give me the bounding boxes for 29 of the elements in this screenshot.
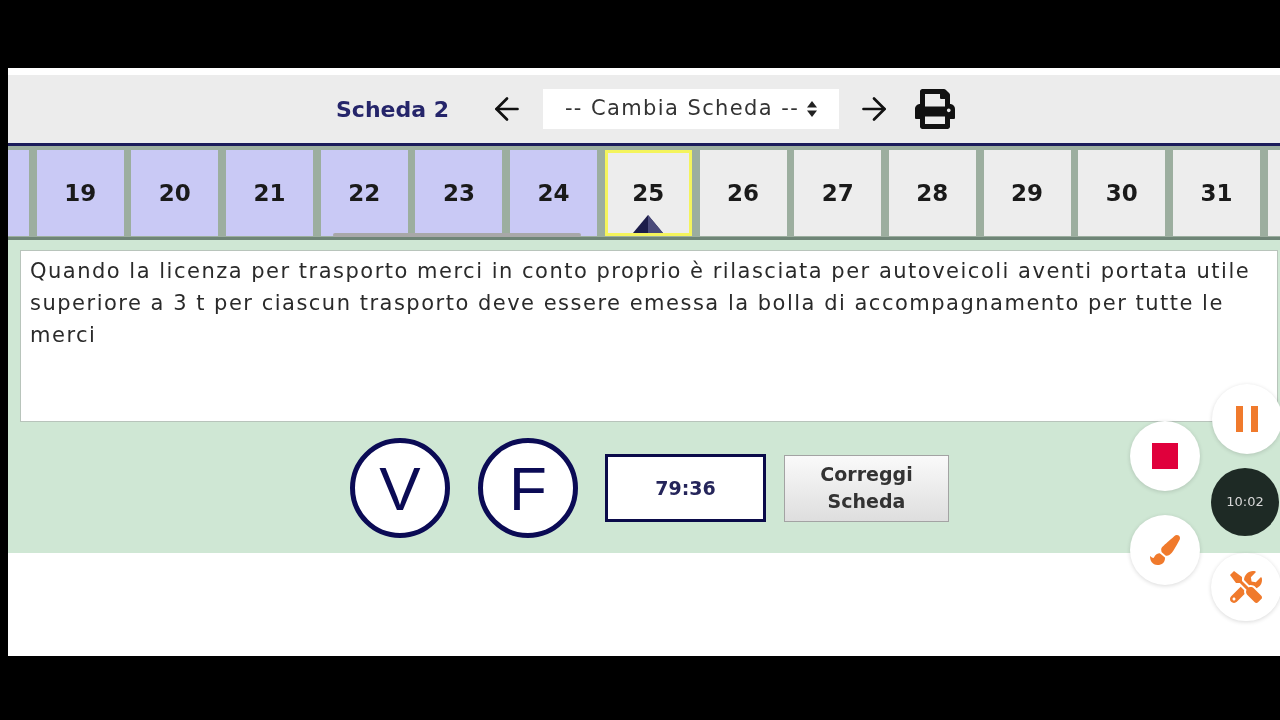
stop-icon xyxy=(1152,443,1178,469)
correct-sheet-button[interactable]: Correggi Scheda xyxy=(784,454,949,522)
question-tab[interactable]: 25 xyxy=(604,150,692,236)
question-tab[interactable]: 24 xyxy=(510,150,598,236)
question-tab[interactable]: 19 xyxy=(36,150,124,236)
wrench-screwdriver-icon xyxy=(1230,571,1262,603)
question-tab[interactable]: 23 xyxy=(415,150,503,236)
question-tab[interactable]: 22 xyxy=(320,150,408,236)
pause-icon xyxy=(1236,406,1258,432)
answer-button[interactable]: V xyxy=(350,438,450,538)
question-tab[interactable] xyxy=(1267,150,1280,236)
answer-button[interactable]: F xyxy=(478,438,578,538)
sheet-select[interactable]: -- Cambia Scheda -- xyxy=(543,89,840,129)
question-tab[interactable]: 29 xyxy=(983,150,1071,236)
up-down-caret-icon xyxy=(807,101,818,117)
question-tab[interactable]: 20 xyxy=(131,150,219,236)
sheet-title: Scheda 2 xyxy=(336,95,450,124)
question-tab[interactable]: 27 xyxy=(794,150,882,236)
question-tab[interactable]: 28 xyxy=(888,150,976,236)
question-tab[interactable]: 21 xyxy=(226,150,314,236)
triangle-marker-icon xyxy=(633,215,664,233)
question-tab[interactable]: 31 xyxy=(1172,150,1260,236)
question-tab[interactable]: 30 xyxy=(1078,150,1166,236)
timer-display: 79:36 xyxy=(605,454,766,522)
question-text: Quando la licenza per trasporto merci in conto proprio è rilasciata per autoveicoli aventi portata utile superiore a 3 t per ciascun trasporto deve essere emessa la bolla di accompagnamento per tutte le merci xyxy=(30,258,1252,349)
print-button[interactable] xyxy=(914,89,957,129)
question-tab[interactable]: 26 xyxy=(699,150,787,236)
printer-icon xyxy=(914,89,957,129)
paintbrush-icon xyxy=(1150,535,1180,565)
